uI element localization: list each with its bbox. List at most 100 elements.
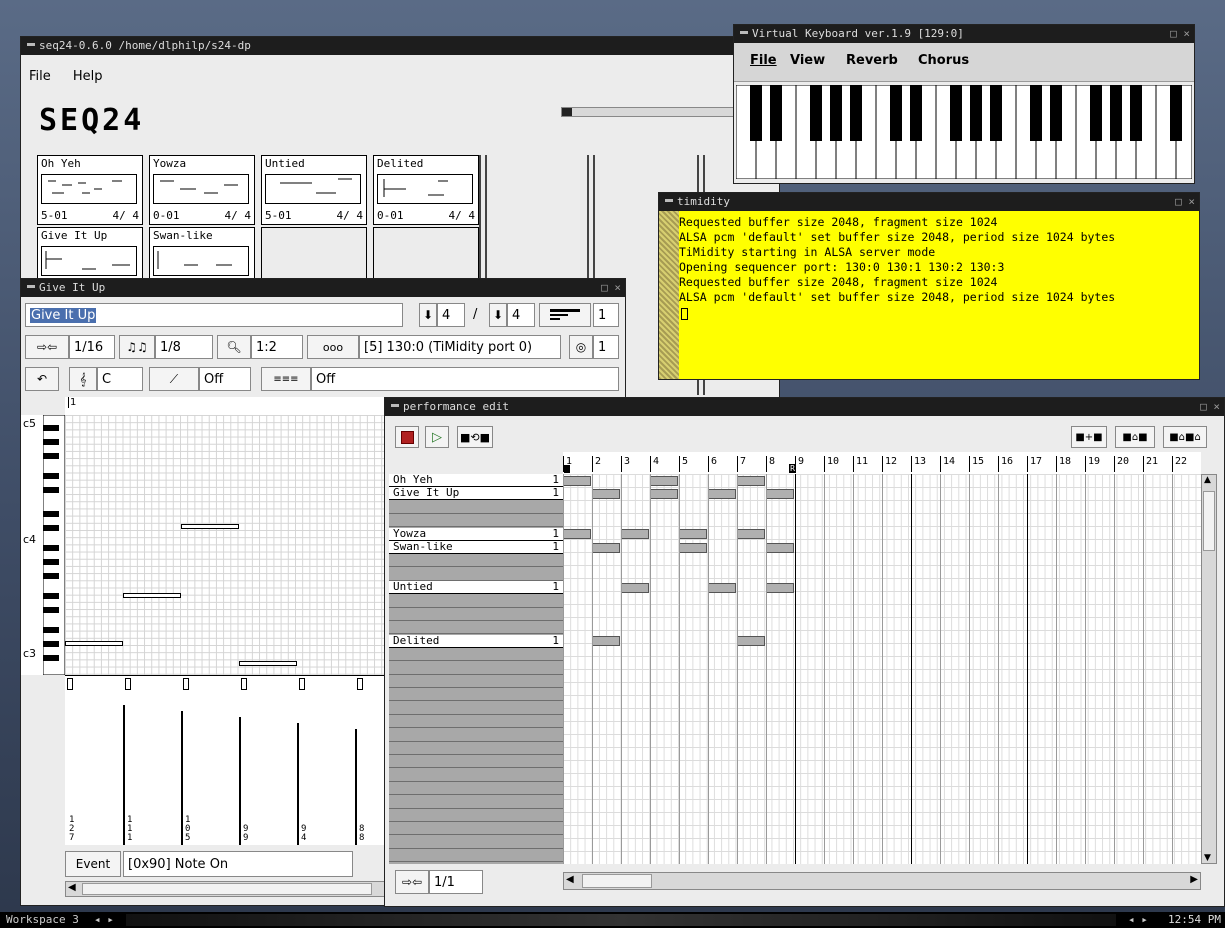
stop-button[interactable] xyxy=(395,426,419,448)
piano-roll-ruler[interactable]: 1 xyxy=(65,397,395,416)
sequence-block[interactable] xyxy=(766,582,794,593)
event-marker[interactable] xyxy=(67,678,73,690)
beat-width-field[interactable]: 4 xyxy=(507,303,535,327)
track-row-empty[interactable] xyxy=(389,621,563,635)
sequence-block[interactable] xyxy=(737,529,765,540)
track-row[interactable]: Swan-like 1 xyxy=(389,541,563,554)
track-row-empty[interactable] xyxy=(389,554,563,568)
note[interactable] xyxy=(65,641,123,646)
midi-channel-button[interactable]: ◎ xyxy=(569,335,593,359)
collapse-button[interactable]: ■+■ xyxy=(1071,426,1107,448)
track-row-empty[interactable] xyxy=(389,755,563,769)
perf-snap-button[interactable]: ⇨⇦ xyxy=(395,870,429,894)
velocity-bar[interactable] xyxy=(297,723,299,845)
beats-field[interactable]: 4 xyxy=(437,303,465,327)
zoom-field[interactable]: 1:2 xyxy=(251,335,303,359)
window-controls-icon[interactable]: □ × xyxy=(1170,25,1190,43)
scroll-thumb[interactable] xyxy=(82,883,372,895)
sequence-block[interactable] xyxy=(679,529,707,540)
pattern-slot[interactable]: Delited 0-01 4/ 4 xyxy=(373,155,479,225)
snap-button[interactable]: ⇨⇦ xyxy=(25,335,69,359)
track-row-empty[interactable] xyxy=(389,835,563,849)
sequence-block[interactable] xyxy=(563,475,591,486)
track-row-empty[interactable] xyxy=(389,594,563,608)
event-type-field[interactable]: [0x90] Note On xyxy=(123,851,353,877)
menu-file[interactable]: File xyxy=(29,69,51,84)
expand-copy-button[interactable]: ■⌂■⌂ xyxy=(1163,426,1207,448)
right-marker[interactable]: R xyxy=(789,464,796,473)
note[interactable] xyxy=(123,593,181,598)
perf-snap-field[interactable]: 1/1 xyxy=(429,870,483,894)
track-row-empty[interactable] xyxy=(389,728,563,742)
scroll-down-icon[interactable]: ▼ xyxy=(1204,853,1211,863)
track-row-empty[interactable] xyxy=(389,648,563,662)
window-controls-icon[interactable]: □ × xyxy=(601,279,621,297)
pattern-slot[interactable]: Oh Yeh 5-01 4/ 4 xyxy=(37,155,143,225)
tray-arrows-icon[interactable]: ◂ ▸ xyxy=(1128,912,1148,928)
velocity-bar[interactable] xyxy=(355,729,357,845)
key-button[interactable]: 𝄞 xyxy=(69,367,97,391)
sequence-block[interactable] xyxy=(592,488,620,499)
measures-button[interactable] xyxy=(539,303,591,327)
sequence-block[interactable] xyxy=(708,582,736,593)
snap-field[interactable]: 1/16 xyxy=(69,335,115,359)
midi-channel-field[interactable]: 1 xyxy=(593,335,619,359)
track-row-empty[interactable] xyxy=(389,688,563,702)
loop-button[interactable]: ■⟲■ xyxy=(457,426,493,448)
sequence-block[interactable] xyxy=(650,475,678,486)
track-row-empty[interactable] xyxy=(389,742,563,755)
perf-horizontal-scrollbar[interactable]: ◀ ▶ xyxy=(563,872,1201,890)
piano-keyboard[interactable] xyxy=(736,85,1192,179)
scroll-left-icon[interactable]: ◀ xyxy=(566,874,574,885)
window-menu-icon[interactable] xyxy=(740,31,748,34)
note[interactable] xyxy=(181,524,239,529)
title-bar[interactable]: seq24-0.6.0 /home/dlphilp/s24-dp xyxy=(21,37,779,55)
key-field[interactable]: C xyxy=(97,367,143,391)
track-row-empty[interactable] xyxy=(389,567,563,581)
sequence-block[interactable] xyxy=(650,488,678,499)
track-row[interactable]: Delited 1 xyxy=(389,634,563,648)
sequence-block[interactable] xyxy=(766,488,794,499)
title-bar[interactable]: Give It Up □ × xyxy=(21,279,625,297)
window-menu-icon[interactable] xyxy=(391,404,399,407)
background-sequence-field[interactable]: Off xyxy=(311,367,619,391)
zoom-button[interactable]: 🔍︎ xyxy=(217,335,251,359)
workspace-switcher-icon[interactable]: ◂ ▸ xyxy=(94,912,114,928)
track-row-empty[interactable] xyxy=(389,500,563,514)
vertical-scrollbar[interactable]: ▲ ▼ xyxy=(1201,474,1217,864)
scroll-right-icon[interactable]: ▶ xyxy=(1190,874,1198,885)
sequence-block[interactable] xyxy=(766,542,794,553)
workspace-label[interactable]: Workspace 3 xyxy=(6,912,79,928)
piano-roll-keys[interactable]: c5 c4 c3 xyxy=(21,415,65,675)
sequence-block[interactable] xyxy=(737,475,765,486)
note-length-button[interactable]: ♫♫ xyxy=(119,335,155,359)
event-marker[interactable] xyxy=(241,678,247,690)
beat-width-dropdown-button[interactable]: ⬇ xyxy=(489,303,507,327)
track-row-empty[interactable] xyxy=(389,608,563,621)
window-controls-icon[interactable]: □ × xyxy=(1200,398,1220,416)
midi-bus-button[interactable]: ooo xyxy=(307,335,359,359)
track-row[interactable]: Oh Yeh 1 xyxy=(389,474,563,487)
track-row-empty[interactable] xyxy=(389,701,563,715)
title-bar[interactable]: timidity □ × xyxy=(659,193,1199,211)
title-bar[interactable]: Virtual Keyboard ver.1.9 [129:0] □ × xyxy=(734,25,1194,43)
sequence-name-input[interactable]: Give It Up xyxy=(25,303,403,327)
vkb-menu-reverb[interactable]: Reverb xyxy=(846,53,898,68)
measure-ruler[interactable]: 1 2 3 4 5 6 7 8 9 10 11 12 13 14 15 16 17 18 19 20 21 22 L R xyxy=(563,452,1201,475)
scale-field[interactable]: Off xyxy=(199,367,251,391)
window-menu-icon[interactable] xyxy=(27,43,35,46)
vkb-menu-view[interactable]: View xyxy=(790,53,825,68)
track-row-empty[interactable] xyxy=(389,768,563,782)
track-row-empty[interactable] xyxy=(389,822,563,836)
sequence-block[interactable] xyxy=(708,488,736,499)
track-row-empty[interactable] xyxy=(389,675,563,688)
track-row-empty[interactable] xyxy=(389,661,563,675)
midi-bus-field[interactable]: [5] 130:0 (TiMidity port 0) xyxy=(359,335,561,359)
sequence-block[interactable] xyxy=(563,529,591,540)
scale-button[interactable]: ⟋ xyxy=(149,367,199,391)
track-list[interactable]: Oh Yeh 1 Give It Up 1 Yowza 1 Swan-like 1 Untied… xyxy=(389,474,563,864)
window-menu-icon[interactable] xyxy=(27,285,35,288)
piano-roll-grid[interactable] xyxy=(65,415,395,675)
pattern-slot[interactable]: Yowza 0-01 4/ 4 xyxy=(149,155,255,225)
beats-dropdown-button[interactable]: ⬇ xyxy=(419,303,437,327)
